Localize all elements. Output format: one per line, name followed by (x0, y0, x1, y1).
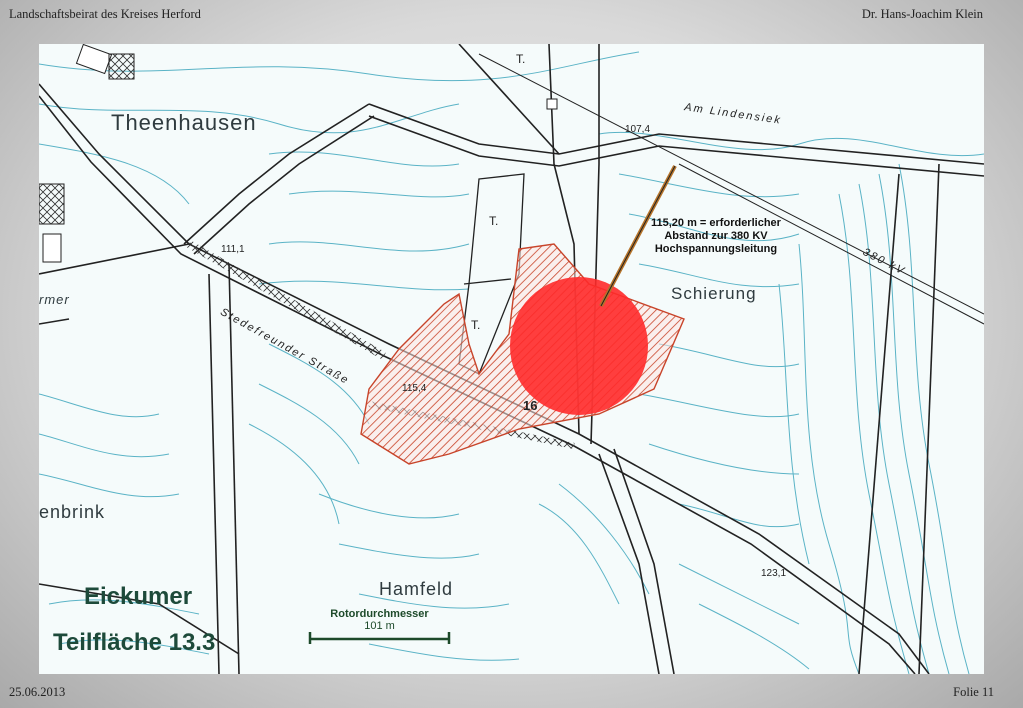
map-canvas (39, 44, 984, 674)
map-image: Theenhausen Schierung Hamfeld enbrink rm… (39, 44, 984, 674)
buildings (39, 44, 558, 263)
map-title-line-2: Teilfläche 13.3 (53, 629, 216, 656)
annotation-line-3: Hochspannungsleitung (654, 243, 778, 255)
symbol-t-3: T. (516, 52, 526, 66)
header-left-title: Landschaftsbeirat des Kreises Herford (9, 7, 201, 21)
scale-bar (308, 632, 451, 644)
annotation-line-1: 115,20 m = erforderlicher (651, 217, 781, 229)
footer-page-number: Folie 11 (953, 685, 994, 699)
elevation-123-1: 123,1 (761, 568, 787, 579)
annotation-line-2: Abstand zur 380 KV (664, 230, 768, 242)
place-schierung: Schierung (671, 284, 757, 303)
elevation-115-4: 115,4 (402, 383, 427, 394)
hatched-road (187, 240, 386, 360)
elevation-107-4: 107,4 (625, 124, 651, 135)
place-theenhausen: Theenhausen (111, 110, 257, 135)
rotor-circle (510, 277, 648, 415)
symbol-t-1: T. (489, 214, 499, 228)
distance-annotation: 115,20 m = erforderlicher Abstand zur 38… (651, 217, 781, 256)
header-right-author: Dr. Hans-Joachim Klein (861, 7, 983, 21)
scale-label-1: Rotordurchmesser (330, 608, 429, 620)
symbol-16: 16 (523, 398, 538, 413)
place-enbrink: enbrink (39, 502, 106, 522)
map-title-line-1: Eickumer (84, 583, 193, 610)
scale-label: Rotordurchmesser 101 m (323, 608, 436, 632)
symbol-t-2: T. (471, 318, 481, 332)
scale-label-2: 101 m (364, 620, 395, 632)
place-hamfeld: Hamfeld (379, 579, 454, 599)
place-rmer: rmer (39, 292, 70, 307)
footer-date: 25.06.2013 (9, 685, 66, 699)
elevation-111-1: 111,1 (221, 244, 245, 255)
